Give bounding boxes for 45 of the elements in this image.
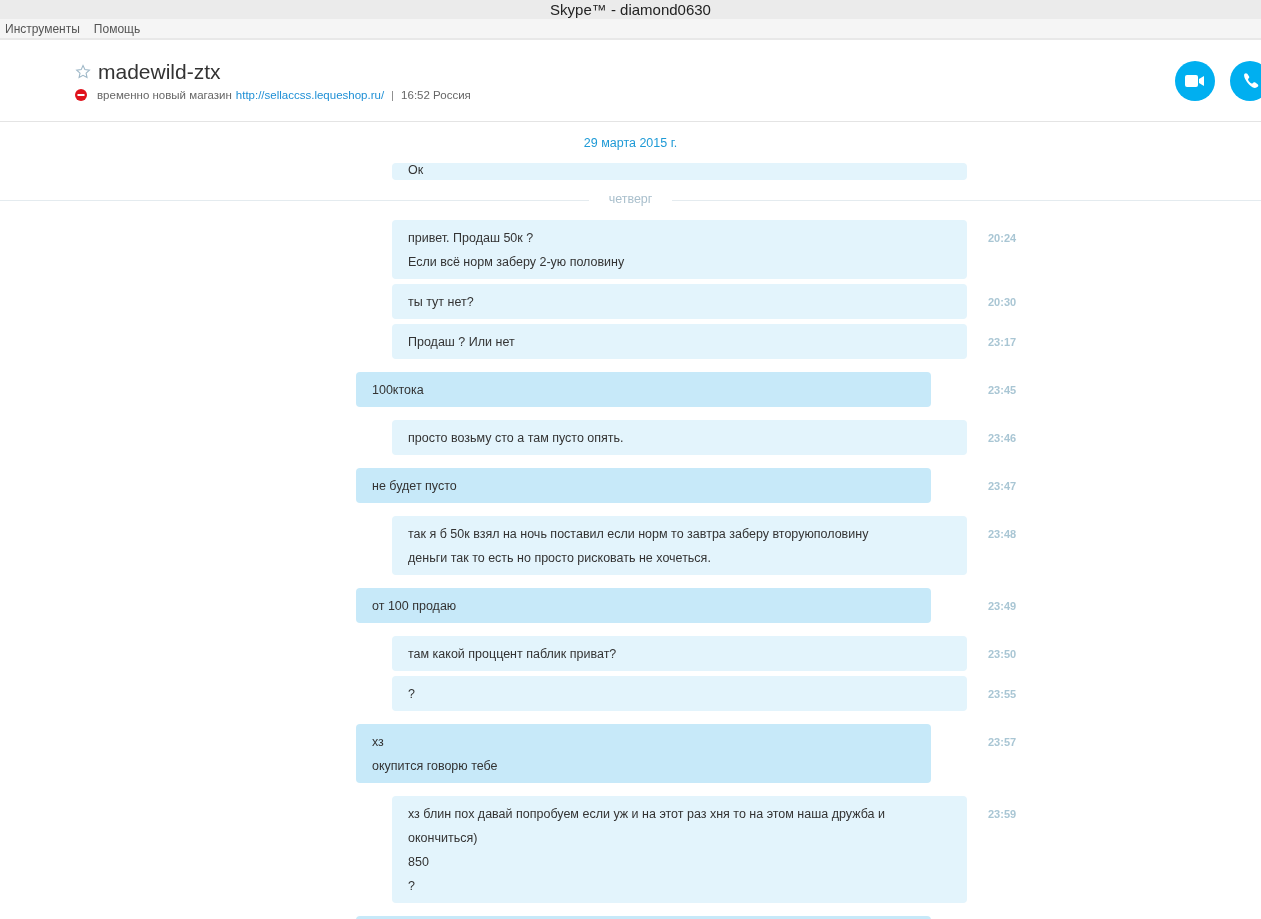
message-text: просто возьму сто а там пусто опять.	[408, 430, 625, 447]
message-time: 23:45	[987, 383, 1018, 398]
message-text: деньги так то есть но просто рисковать не хочеться.	[408, 550, 712, 567]
message-text: 850	[408, 854, 430, 871]
message-time: 23:59	[987, 807, 1018, 822]
contact-name: madewild-ztx	[98, 60, 221, 84]
message-time: 23:17	[987, 335, 1018, 350]
message-text: там какой проццент паблик приват?	[408, 646, 618, 663]
message-time: 23:46	[987, 431, 1018, 446]
window-title: Skype™ - diamond0630	[550, 1, 711, 18]
message-time: 20:30	[987, 295, 1018, 310]
mood-message: временно новый магазин	[97, 89, 232, 101]
star-icon[interactable]	[75, 64, 91, 80]
message-text: не будет пусто	[372, 478, 458, 495]
video-call-button[interactable]	[1175, 61, 1215, 101]
message-text: окупится говорю тебе	[372, 758, 499, 775]
message-time: 23:49	[987, 599, 1018, 614]
message-text: Продаш ? Или нет	[408, 334, 516, 351]
do-not-disturb-icon	[75, 89, 87, 101]
menu-item[interactable]: Помощь	[93, 19, 141, 38]
message-text: Ок	[408, 163, 425, 177]
message-text: ?	[408, 878, 416, 895]
message-time: 23:48	[987, 527, 1018, 542]
call-button[interactable]	[1230, 61, 1261, 101]
video-camera-icon	[1185, 74, 1205, 88]
message-text: хз блин пох давай попробуем если уж и на этот раз хня то на этом наша дружба и окончиться)	[408, 806, 886, 847]
message-text: 100ктока	[372, 382, 425, 399]
phone-icon	[1241, 72, 1259, 90]
message-time: 20:24	[987, 231, 1018, 246]
message-time: 23:57	[987, 735, 1018, 750]
message-text: ?	[408, 686, 416, 703]
message-text: от 100 продаю	[372, 598, 458, 615]
separator: |	[391, 89, 395, 101]
menu-item[interactable]: Инструменты	[5, 19, 80, 38]
local-time: 16:52 Россия	[401, 89, 471, 101]
date-header: 29 марта 2015 г.	[583, 135, 678, 150]
mood-link[interactable]: http://sellaccss.lequeshop.ru/	[235, 89, 385, 101]
message-time: 23:47	[987, 479, 1018, 494]
message-time: 23:55	[987, 687, 1018, 702]
message-text: привет. Продаш 50к ?	[408, 230, 535, 247]
message-text: хз	[372, 734, 385, 751]
message-text: Если всё норм заберу 2-ую половину	[408, 254, 626, 271]
message-text: ты тут нет?	[408, 294, 475, 311]
message-text: так я б 50к взял на ночь поставил если норм то завтра заберу вторуюполовину	[408, 526, 870, 543]
message-time: 23:50	[987, 647, 1018, 662]
